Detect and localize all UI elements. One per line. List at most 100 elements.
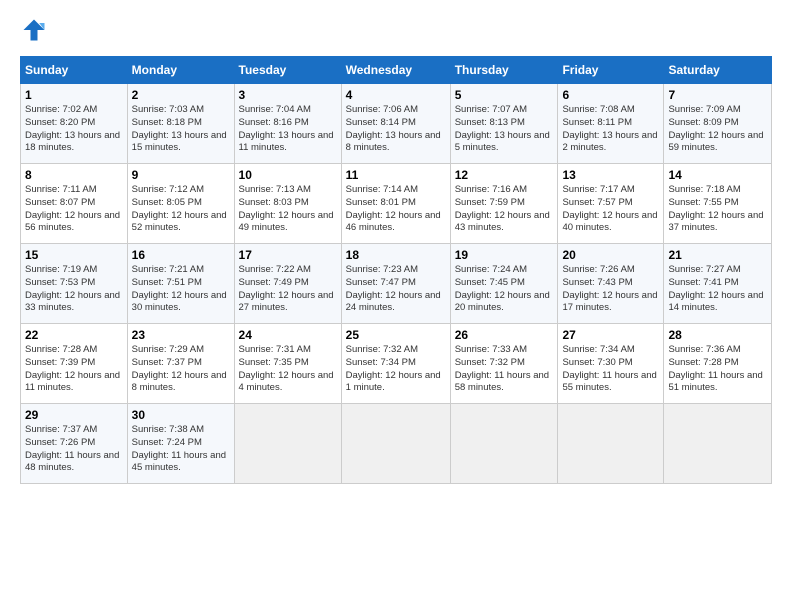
day-number: 3: [239, 88, 337, 102]
day-cell: 12 Sunrise: 7:16 AM Sunset: 7:59 PM Dayli…: [450, 164, 558, 244]
day-number: 2: [132, 88, 230, 102]
day-info: Sunrise: 7:04 AM Sunset: 8:16 PM Dayligh…: [239, 104, 337, 155]
day-number: 15: [25, 248, 123, 262]
day-info: Sunrise: 7:37 AM Sunset: 7:26 PM Dayligh…: [25, 424, 123, 475]
calendar-table: SundayMondayTuesdayWednesdayThursdayFrid…: [20, 56, 772, 484]
day-number: 17: [239, 248, 337, 262]
day-info: Sunrise: 7:27 AM Sunset: 7:41 PM Dayligh…: [668, 264, 767, 315]
week-row-5: 29 Sunrise: 7:37 AM Sunset: 7:26 PM Dayli…: [21, 404, 772, 484]
day-cell: 5 Sunrise: 7:07 AM Sunset: 8:13 PM Daylig…: [450, 84, 558, 164]
day-number: 21: [668, 248, 767, 262]
day-info: Sunrise: 7:28 AM Sunset: 7:39 PM Dayligh…: [25, 344, 123, 395]
day-cell: 18 Sunrise: 7:23 AM Sunset: 7:47 PM Dayli…: [341, 244, 450, 324]
day-cell: 13Sunrise: 7:17 AM Sunset: 7:57 PM Dayli…: [558, 164, 664, 244]
day-info: Sunrise: 7:32 AM Sunset: 7:34 PM Dayligh…: [346, 344, 446, 395]
day-number: 25: [346, 328, 446, 342]
col-header-monday: Monday: [127, 57, 234, 84]
col-header-tuesday: Tuesday: [234, 57, 341, 84]
day-number: 20: [562, 248, 659, 262]
day-cell: 4 Sunrise: 7:06 AM Sunset: 8:14 PM Daylig…: [341, 84, 450, 164]
day-info: Sunrise: 7:29 AM Sunset: 7:37 PM Dayligh…: [132, 344, 230, 395]
day-info: Sunrise: 7:17 AM Sunset: 7:57 PM Dayligh…: [562, 184, 659, 235]
day-number: 1: [25, 88, 123, 102]
day-info: Sunrise: 7:31 AM Sunset: 7:35 PM Dayligh…: [239, 344, 337, 395]
day-number: 22: [25, 328, 123, 342]
col-header-wednesday: Wednesday: [341, 57, 450, 84]
day-number: 6: [562, 88, 659, 102]
day-info: Sunrise: 7:34 AM Sunset: 7:30 PM Dayligh…: [562, 344, 659, 395]
day-info: Sunrise: 7:18 AM Sunset: 7:55 PM Dayligh…: [668, 184, 767, 235]
day-cell: [558, 404, 664, 484]
col-header-friday: Friday: [558, 57, 664, 84]
day-number: 24: [239, 328, 337, 342]
col-header-thursday: Thursday: [450, 57, 558, 84]
day-info: Sunrise: 7:22 AM Sunset: 7:49 PM Dayligh…: [239, 264, 337, 315]
header-row: SundayMondayTuesdayWednesdayThursdayFrid…: [21, 57, 772, 84]
day-info: Sunrise: 7:11 AM Sunset: 8:07 PM Dayligh…: [25, 184, 123, 235]
day-cell: 24 Sunrise: 7:31 AM Sunset: 7:35 PM Dayli…: [234, 324, 341, 404]
day-cell: 29 Sunrise: 7:37 AM Sunset: 7:26 PM Dayli…: [21, 404, 128, 484]
day-cell: 3 Sunrise: 7:04 AM Sunset: 8:16 PM Daylig…: [234, 84, 341, 164]
day-cell: 16 Sunrise: 7:21 AM Sunset: 7:51 PM Dayli…: [127, 244, 234, 324]
logo: [20, 16, 52, 44]
day-number: 30: [132, 408, 230, 422]
day-number: 28: [668, 328, 767, 342]
day-number: 5: [455, 88, 554, 102]
day-number: 23: [132, 328, 230, 342]
day-info: Sunrise: 7:09 AM Sunset: 8:09 PM Dayligh…: [668, 104, 767, 155]
day-number: 12: [455, 168, 554, 182]
day-info: Sunrise: 7:03 AM Sunset: 8:18 PM Dayligh…: [132, 104, 230, 155]
day-info: Sunrise: 7:08 AM Sunset: 8:11 PM Dayligh…: [562, 104, 659, 155]
day-info: Sunrise: 7:33 AM Sunset: 7:32 PM Dayligh…: [455, 344, 554, 395]
week-row-1: 1 Sunrise: 7:02 AM Sunset: 8:20 PM Daylig…: [21, 84, 772, 164]
day-cell: 11 Sunrise: 7:14 AM Sunset: 8:01 PM Dayli…: [341, 164, 450, 244]
day-cell: [234, 404, 341, 484]
day-cell: 2 Sunrise: 7:03 AM Sunset: 8:18 PM Daylig…: [127, 84, 234, 164]
day-cell: 20 Sunrise: 7:26 AM Sunset: 7:43 PM Dayli…: [558, 244, 664, 324]
col-header-saturday: Saturday: [664, 57, 772, 84]
day-info: Sunrise: 7:21 AM Sunset: 7:51 PM Dayligh…: [132, 264, 230, 315]
day-info: Sunrise: 7:23 AM Sunset: 7:47 PM Dayligh…: [346, 264, 446, 315]
day-number: 10: [239, 168, 337, 182]
day-number: 16: [132, 248, 230, 262]
header: [20, 16, 772, 44]
day-info: Sunrise: 7:06 AM Sunset: 8:14 PM Dayligh…: [346, 104, 446, 155]
day-info: Sunrise: 7:07 AM Sunset: 8:13 PM Dayligh…: [455, 104, 554, 155]
day-info: Sunrise: 7:02 AM Sunset: 8:20 PM Dayligh…: [25, 104, 123, 155]
day-number: 8: [25, 168, 123, 182]
day-info: Sunrise: 7:14 AM Sunset: 8:01 PM Dayligh…: [346, 184, 446, 235]
week-row-3: 15 Sunrise: 7:19 AM Sunset: 7:53 PM Dayli…: [21, 244, 772, 324]
day-number: 11: [346, 168, 446, 182]
day-cell: 9Sunrise: 7:12 AM Sunset: 8:05 PM Daylig…: [127, 164, 234, 244]
day-cell: 21 Sunrise: 7:27 AM Sunset: 7:41 PM Dayli…: [664, 244, 772, 324]
day-cell: 6 Sunrise: 7:08 AM Sunset: 8:11 PM Daylig…: [558, 84, 664, 164]
day-number: 27: [562, 328, 659, 342]
day-cell: 26Sunrise: 7:33 AM Sunset: 7:32 PM Dayli…: [450, 324, 558, 404]
day-cell: 30Sunrise: 7:38 AM Sunset: 7:24 PM Dayli…: [127, 404, 234, 484]
day-cell: 14Sunrise: 7:18 AM Sunset: 7:55 PM Dayli…: [664, 164, 772, 244]
calendar-page: SundayMondayTuesdayWednesdayThursdayFrid…: [0, 0, 792, 500]
day-number: 9: [132, 168, 230, 182]
day-cell: 25 Sunrise: 7:32 AM Sunset: 7:34 PM Dayli…: [341, 324, 450, 404]
day-number: 19: [455, 248, 554, 262]
day-info: Sunrise: 7:24 AM Sunset: 7:45 PM Dayligh…: [455, 264, 554, 315]
day-cell: 10Sunrise: 7:13 AM Sunset: 8:03 PM Dayli…: [234, 164, 341, 244]
day-info: Sunrise: 7:19 AM Sunset: 7:53 PM Dayligh…: [25, 264, 123, 315]
logo-icon: [20, 16, 48, 44]
day-number: 7: [668, 88, 767, 102]
day-cell: 22 Sunrise: 7:28 AM Sunset: 7:39 PM Dayli…: [21, 324, 128, 404]
day-cell: 15 Sunrise: 7:19 AM Sunset: 7:53 PM Dayli…: [21, 244, 128, 324]
day-cell: [341, 404, 450, 484]
day-cell: 7 Sunrise: 7:09 AM Sunset: 8:09 PM Daylig…: [664, 84, 772, 164]
day-info: Sunrise: 7:26 AM Sunset: 7:43 PM Dayligh…: [562, 264, 659, 315]
day-info: Sunrise: 7:16 AM Sunset: 7:59 PM Dayligh…: [455, 184, 554, 235]
week-row-2: 8 Sunrise: 7:11 AM Sunset: 8:07 PM Daylig…: [21, 164, 772, 244]
day-cell: [664, 404, 772, 484]
day-cell: [450, 404, 558, 484]
day-cell: 28 Sunrise: 7:36 AM Sunset: 7:28 PM Dayli…: [664, 324, 772, 404]
day-number: 18: [346, 248, 446, 262]
day-cell: 23 Sunrise: 7:29 AM Sunset: 7:37 PM Dayli…: [127, 324, 234, 404]
day-number: 29: [25, 408, 123, 422]
day-info: Sunrise: 7:36 AM Sunset: 7:28 PM Dayligh…: [668, 344, 767, 395]
day-number: 4: [346, 88, 446, 102]
